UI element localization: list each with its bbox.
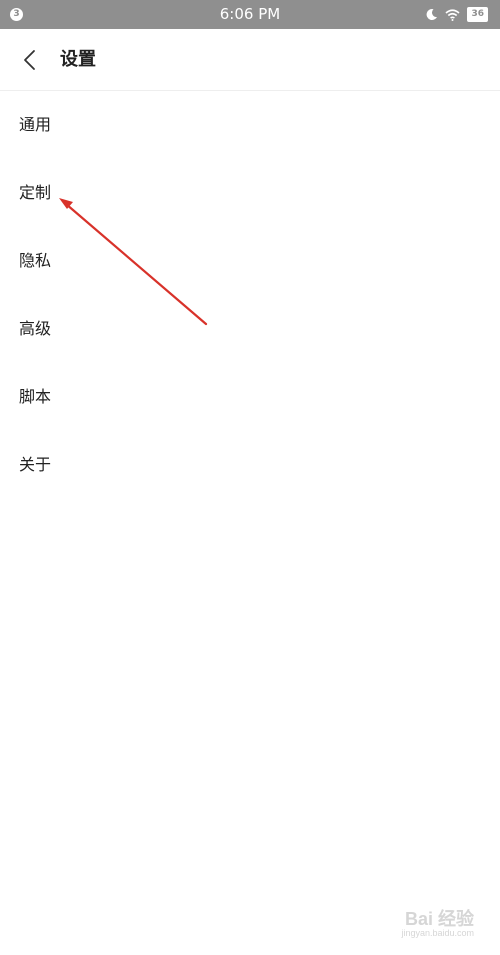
header: 设置 xyxy=(0,29,500,91)
back-button[interactable] xyxy=(16,46,44,74)
moon-icon xyxy=(425,8,438,21)
page-title: 设置 xyxy=(60,49,96,70)
menu-item-privacy[interactable]: 隐私 xyxy=(0,227,500,295)
settings-menu: 通用 定制 隐私 高级 脚本 关于 xyxy=(0,91,500,499)
menu-item-general[interactable]: 通用 xyxy=(0,91,500,159)
battery-icon: 36 xyxy=(467,7,488,22)
status-icons: 36 xyxy=(425,6,488,23)
watermark-url: jingyan.baidu.com xyxy=(401,928,474,938)
chevron-left-icon xyxy=(16,50,44,78)
wifi-icon xyxy=(445,8,460,21)
menu-item-about[interactable]: 关于 xyxy=(0,431,500,499)
watermark: Bai 经验 jingyan.baidu.com xyxy=(354,901,474,941)
menu-item-advanced[interactable]: 高级 xyxy=(0,295,500,363)
menu-item-scripts[interactable]: 脚本 xyxy=(0,363,500,431)
status-bar: 3 6:06 PM 36 xyxy=(0,0,500,29)
menu-item-customize[interactable]: 定制 xyxy=(0,159,500,227)
